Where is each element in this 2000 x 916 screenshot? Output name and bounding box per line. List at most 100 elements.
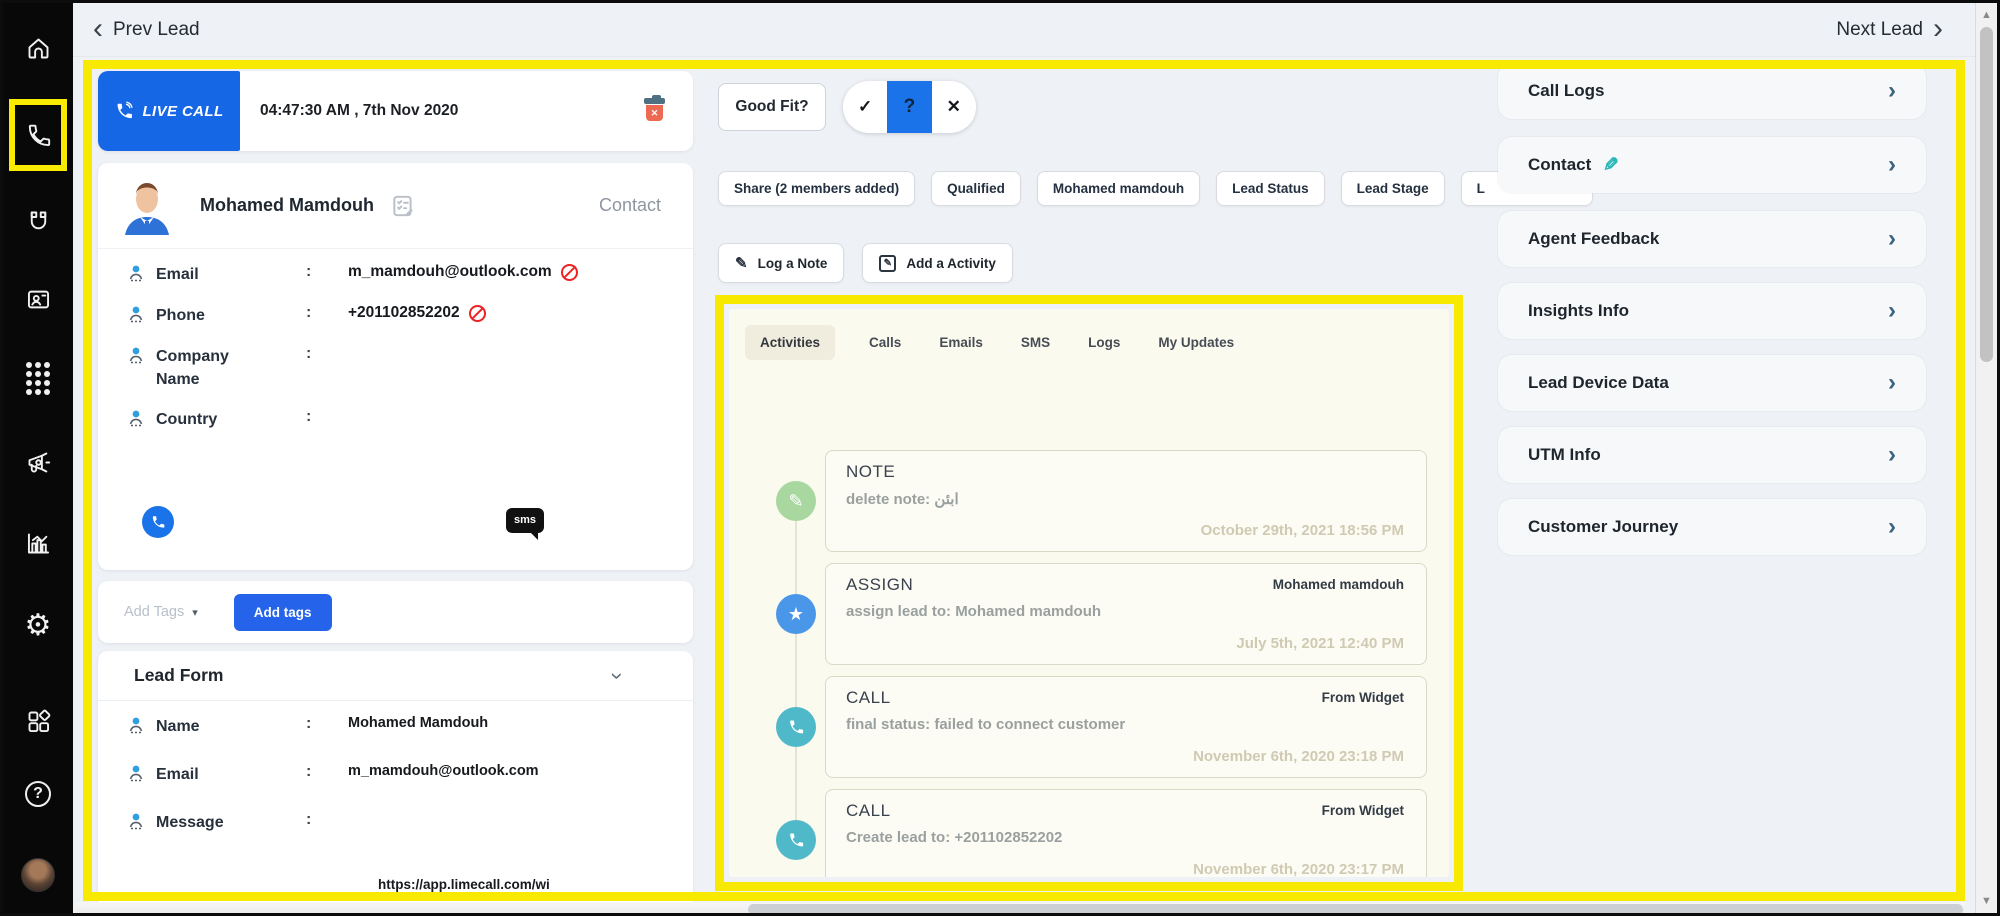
tab-activities[interactable]: Activities (745, 325, 836, 360)
timeline-timestamp: November 6th, 2020 23:18 PM (1193, 748, 1404, 765)
vertical-scrollbar[interactable]: ▲ ▼ (1975, 3, 1997, 913)
check-icon: ✓ (858, 97, 873, 116)
qualified-chip[interactable]: Qualified (931, 171, 1021, 206)
email-value[interactable]: m_mamdouh@outlook.com (348, 263, 552, 281)
horizontal-scroll-thumb[interactable] (748, 904, 1963, 913)
timeline-call-card[interactable]: CALL From Widget Create lead to: +201102… (825, 789, 1427, 877)
note-activity-buttons: ✎ Log a Note ✎ Add a Activity (718, 243, 1013, 283)
good-fit-button[interactable]: Good Fit? (718, 83, 826, 131)
person-pin-icon (128, 264, 156, 287)
chevron-right-icon: › (1888, 225, 1896, 252)
lead-form-fields: Name : Mohamed Mamdouh Email : m_mamdouh… (128, 715, 677, 859)
scroll-down-arrow[interactable]: ▼ (1976, 895, 1997, 907)
delete-lead-button[interactable]: ✕ (644, 95, 665, 121)
edit-square-icon: ✎ (879, 254, 897, 272)
person-pin-icon (128, 716, 156, 739)
activity-tabs: Activities Calls Emails SMS Logs My Upda… (745, 325, 1238, 360)
sms-button[interactable]: sms (506, 508, 544, 540)
contact-card-icon (27, 290, 49, 308)
rail-item-utm-info[interactable]: UTM Info › (1498, 427, 1926, 483)
question-icon: ? (903, 96, 916, 117)
person-pin-icon (128, 409, 156, 432)
rail-item-agent-feedback[interactable]: Agent Feedback › (1498, 211, 1926, 267)
pencil-icon: ✎ (735, 255, 748, 272)
chevron-left-icon: ‹ (93, 11, 103, 45)
phone-value[interactable]: +201102852202 (348, 304, 460, 322)
tab-emails[interactable]: Emails (935, 325, 987, 360)
leadform-email-value: m_mamdouh@outlook.com (348, 763, 539, 779)
sidebar-item-apps[interactable] (3, 699, 73, 743)
rail-item-customer-journey[interactable]: Customer Journey › (1498, 499, 1926, 555)
rail-item-insights-info[interactable]: Insights Info › (1498, 283, 1926, 339)
sidebar-item-contacts[interactable] (3, 277, 73, 321)
collapse-chevron-icon[interactable]: › (604, 672, 630, 679)
fit-yes-option[interactable]: ✓ (843, 81, 887, 133)
contact-quick-actions: sms (128, 506, 653, 542)
sidebar-item-home[interactable] (3, 26, 73, 70)
sidebar-item-campaigns[interactable] (3, 440, 73, 484)
sidebar-item-callbacks[interactable] (3, 199, 73, 243)
add-tags-button[interactable]: Add tags (233, 593, 332, 631)
timeline-meta: From Widget (1321, 803, 1404, 818)
rail-item-lead-device-data[interactable]: Lead Device Data › (1498, 355, 1926, 411)
sidebar-item-help[interactable]: ? (3, 772, 73, 816)
bar-chart-icon (27, 533, 49, 553)
sidebar-item-calls[interactable] (3, 113, 73, 157)
live-call-badge[interactable]: LIVE CALL (98, 71, 240, 151)
help-icon: ? (25, 781, 51, 807)
scroll-up-arrow[interactable]: ▲ (1976, 9, 1997, 21)
megaphone-icon (28, 452, 50, 472)
add-tags-dropdown[interactable]: Add Tags ▾ (124, 604, 198, 620)
timeline-assign-card[interactable]: ASSIGN Mohamed mamdouh assign lead to: M… (825, 563, 1427, 665)
contact-card: Mohamed Mamdouh Contact Email : m_mamdou… (98, 163, 693, 570)
log-note-button[interactable]: ✎ Log a Note (718, 243, 845, 283)
app-sidebar: ⚙ ? (3, 3, 73, 913)
timeline-timestamp: October 29th, 2021 18:56 PM (1200, 522, 1404, 539)
checklist-icon[interactable] (390, 193, 416, 219)
next-lead-label: Next Lead (1836, 19, 1923, 40)
tab-logs[interactable]: Logs (1084, 325, 1124, 360)
timeline-timestamp: November 6th, 2020 23:17 PM (1193, 861, 1404, 877)
share-chip[interactable]: Share (2 members added) (718, 171, 916, 206)
timeline-call-card[interactable]: CALL From Widget final status: failed to… (825, 676, 1427, 778)
vertical-scroll-thumb[interactable] (1980, 27, 1993, 362)
tab-my-updates[interactable]: My Updates (1154, 325, 1238, 360)
timeline-timestamp: July 5th, 2021 12:40 PM (1236, 635, 1404, 652)
timeline-note-card[interactable]: NOTE delete note: ابئن October 29th, 202… (825, 450, 1427, 552)
rail-item-contact[interactable]: Contact ✎ › (1498, 137, 1926, 193)
next-lead-button[interactable]: Next Lead › (1836, 3, 1943, 57)
owner-chip[interactable]: Mohamed mamdouh (1036, 171, 1201, 206)
cross-icon: ✕ (946, 97, 961, 116)
field-row-email: Email : m_mamdouh@outlook.com (128, 263, 673, 287)
rail-item-call-logs[interactable]: Call Logs › (1498, 63, 1926, 119)
lead-stage-chip[interactable]: Lead Stage (1340, 171, 1445, 206)
lead-action-chips: Share (2 members added) Qualified Mohame… (718, 171, 1593, 206)
chevron-right-icon: › (1888, 513, 1896, 540)
call-button[interactable] (142, 506, 174, 538)
tab-sms[interactable]: SMS (1017, 325, 1054, 360)
phone-icon (776, 820, 816, 860)
sidebar-item-dialpad[interactable] (3, 357, 73, 401)
sidebar-item-profile[interactable] (3, 853, 73, 897)
sidebar-item-settings[interactable]: ⚙ (3, 604, 73, 648)
prev-lead-button[interactable]: ‹ Prev Lead (93, 3, 200, 57)
user-avatar (21, 858, 55, 892)
lead-form-header[interactable]: Lead Form › (98, 651, 693, 701)
edit-pencil-icon[interactable]: ✎ (1603, 154, 1619, 177)
sidebar-item-analytics[interactable] (3, 521, 73, 565)
add-activity-button[interactable]: ✎ Add a Activity (862, 243, 1013, 283)
field-row-phone: Phone : +201102852202 (128, 304, 673, 328)
contact-avatar (125, 182, 169, 235)
lead-status-chip[interactable]: Lead Status (1216, 171, 1325, 206)
timeline-connector (795, 514, 797, 854)
fit-maybe-option-selected[interactable]: ? (887, 81, 932, 133)
fit-no-option[interactable]: ✕ (932, 81, 976, 133)
timeline-meta: Mohamed mamdouh (1272, 577, 1404, 592)
tab-calls[interactable]: Calls (865, 325, 905, 360)
blocked-icon (468, 304, 486, 322)
tags-card: Add Tags ▾ Add tags (98, 581, 693, 643)
prev-lead-label: Prev Lead (113, 19, 200, 40)
person-pin-icon (128, 305, 156, 328)
leadform-row-message: Message : (128, 811, 677, 835)
person-pin-icon (128, 812, 156, 835)
